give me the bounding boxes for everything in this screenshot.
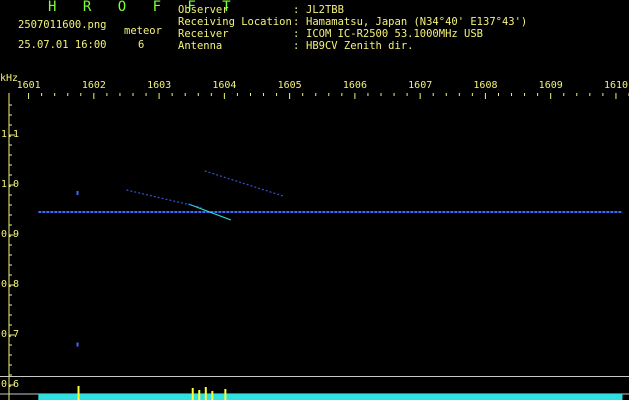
- signal-peak: [191, 388, 194, 400]
- meteor-echo-trace: [204, 170, 284, 197]
- signal-peak: [224, 389, 227, 400]
- signal-level-strip: [38, 394, 623, 400]
- signal-peak: [204, 387, 207, 400]
- signal-peak: [211, 391, 214, 400]
- spectrogram-plot: [0, 93, 629, 400]
- echo-dot: [76, 342, 79, 347]
- signal-peak: [77, 386, 80, 400]
- echo-dot: [76, 191, 79, 195]
- meteor-echo-trace: [126, 189, 202, 209]
- signal-peak: [198, 390, 201, 400]
